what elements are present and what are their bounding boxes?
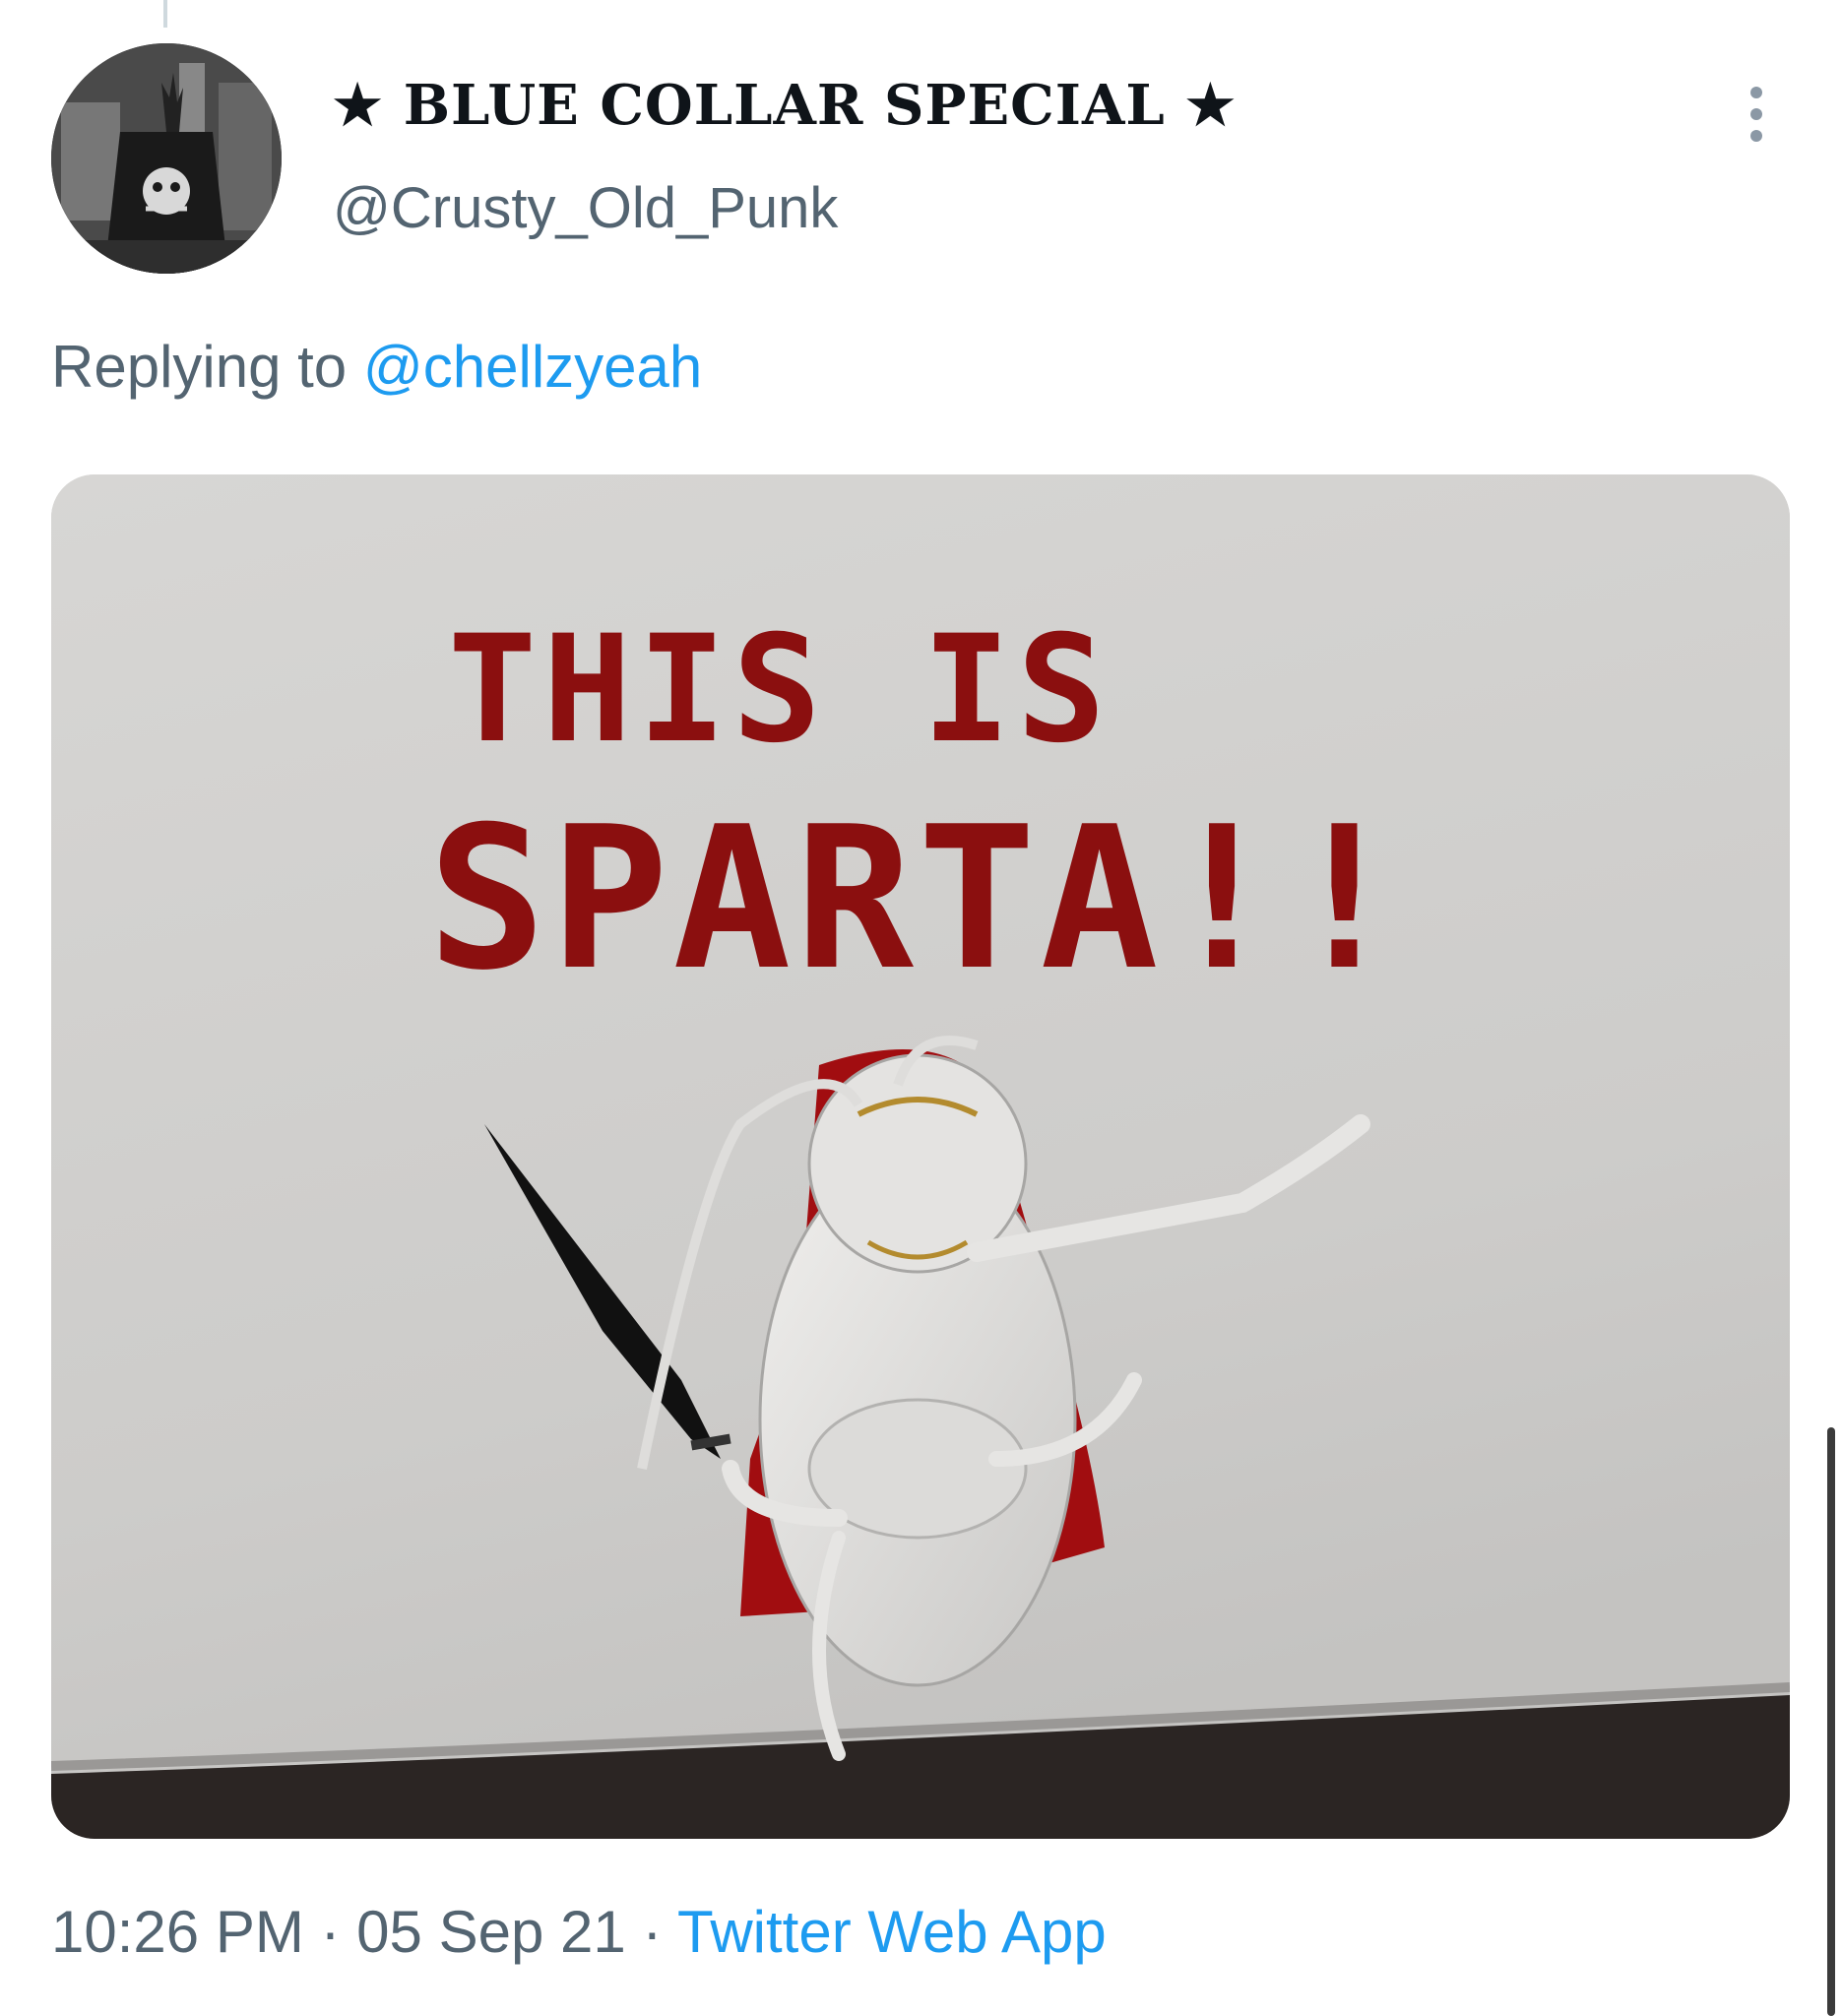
tweet-source[interactable]: Twitter Web App: [677, 1899, 1107, 1965]
tweet-meta: 10:26 PM · 05 Sep 21 · Twitter Web App: [51, 1898, 1107, 1966]
avatar-image: [51, 43, 282, 274]
more-options-button[interactable]: [1737, 83, 1776, 146]
meta-separator-2: ·: [625, 1899, 677, 1965]
thread-line: [163, 0, 167, 28]
replying-to-line: Replying to @chellzyeah: [51, 333, 702, 401]
media-image: THIS IS SPARTA!!: [51, 474, 1790, 1839]
caption-line-1: THIS IS: [448, 604, 1112, 776]
replying-to-mention[interactable]: @chellzyeah: [363, 334, 702, 400]
tweet-date[interactable]: 05 Sep 21: [356, 1899, 626, 1965]
more-vertical-icon: [1750, 87, 1762, 142]
user-handle[interactable]: @Crusty_Old_Punk: [333, 175, 838, 241]
caption-line-2: SPARTA!!: [427, 785, 1407, 1014]
tweet-media[interactable]: THIS IS SPARTA!!: [51, 474, 1790, 1839]
replying-to-label: Replying to: [51, 334, 363, 400]
avatar[interactable]: [51, 43, 282, 274]
tweet-time[interactable]: 10:26 PM: [51, 1899, 304, 1965]
scrollbar[interactable]: [1827, 1427, 1835, 2016]
meta-separator-1: ·: [303, 1899, 357, 1965]
display-name[interactable]: ★ BLUE COLLAR SPECIAL ★: [333, 73, 1236, 138]
